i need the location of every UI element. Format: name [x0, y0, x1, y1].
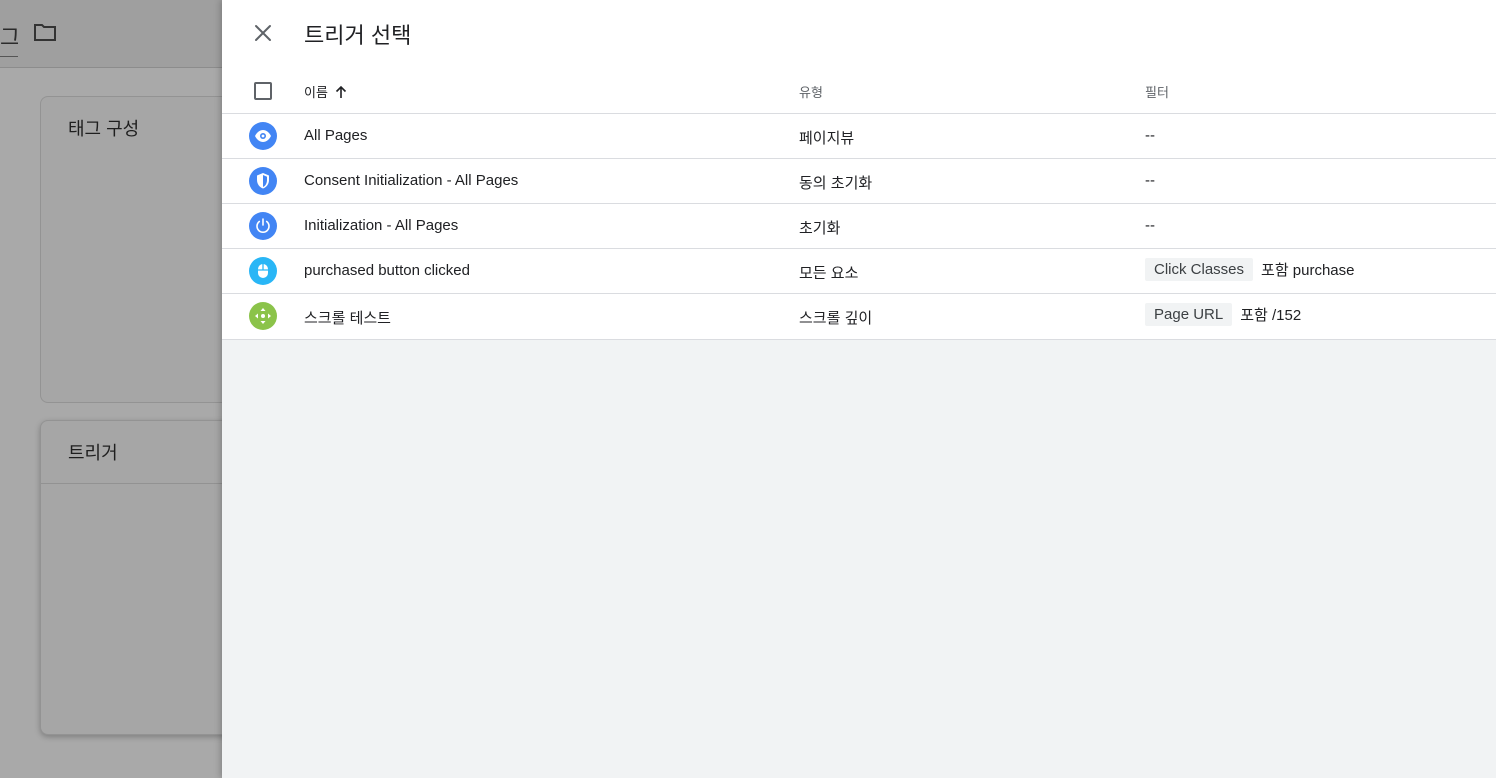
filter-text: 포함 /152: [1240, 307, 1302, 324]
trigger-row-all-pages[interactable]: All Pages 페이지뷰 --: [222, 114, 1496, 159]
trigger-card-title: 트리거: [68, 443, 118, 463]
trigger-type: 페이지뷰: [799, 130, 855, 147]
trigger-type: 모든 요소: [799, 265, 859, 282]
trigger-type-badge: [249, 167, 277, 195]
filter-text: --: [1145, 127, 1155, 144]
tag-configuration-title: 태그 구성: [68, 119, 140, 139]
trigger-filter: Click Classes 포함 purchase: [1145, 258, 1355, 281]
trigger-filter: --: [1145, 217, 1155, 234]
tag-configuration-card: 태그 구성: [40, 96, 240, 403]
trigger-filter: Page URL 포함 /152: [1145, 303, 1301, 326]
shield-icon: [257, 173, 269, 189]
trigger-name: All Pages: [304, 127, 368, 144]
background-breadcrumb: 그: [0, 20, 18, 57]
column-header-name[interactable]: 이름: [304, 82, 348, 101]
filter-text: --: [1145, 217, 1155, 234]
filter-variable-chip: Click Classes: [1145, 258, 1254, 281]
trigger-card: 트리거: [40, 420, 240, 735]
close-button[interactable]: [250, 20, 276, 46]
power-icon: [256, 218, 270, 233]
trigger-filter: --: [1145, 172, 1155, 189]
trigger-row-purchased-button-clicked[interactable]: purchased button clicked 모든 요소 Click Cla…: [222, 249, 1496, 294]
column-header-name-label: 이름: [304, 85, 328, 100]
folder-icon: [34, 24, 56, 41]
trigger-card-divider: [41, 483, 239, 484]
background-topbar: 그: [0, 0, 222, 68]
trigger-name: purchased button clicked: [304, 262, 470, 279]
drawer-header: 트리거 선택: [222, 0, 1496, 66]
close-icon: [255, 25, 271, 41]
trigger-type-badge: [249, 122, 277, 150]
trigger-type: 동의 초기화: [799, 175, 873, 192]
eye-icon: [255, 130, 271, 142]
mouse-icon: [258, 264, 268, 278]
trigger-name: Initialization - All Pages: [304, 217, 459, 234]
sort-ascending-icon: [335, 85, 346, 98]
filter-text: 포함 purchase: [1261, 262, 1355, 279]
trigger-row-initialization[interactable]: Initialization - All Pages 초기화 --: [222, 204, 1496, 249]
trigger-type-badge: [249, 257, 277, 285]
trigger-type-badge: [249, 302, 277, 330]
trigger-list-sheet: 트리거 선택 이름 유형 필터 All Pages 페이지뷰 -- Consen…: [222, 0, 1496, 340]
trigger-type-badge: [249, 212, 277, 240]
filter-text: --: [1145, 172, 1155, 189]
column-header-filter: 필터: [1145, 85, 1169, 100]
drawer-title: 트리거 선택: [304, 23, 412, 48]
trigger-type: 스크롤 깊이: [799, 310, 873, 327]
trigger-type: 초기화: [799, 220, 841, 237]
trigger-select-drawer: 트리거 선택 이름 유형 필터 All Pages 페이지뷰 -- Consen…: [222, 0, 1496, 778]
trigger-row-consent-initialization[interactable]: Consent Initialization - All Pages 동의 초기…: [222, 159, 1496, 204]
select-all-checkbox[interactable]: [254, 82, 272, 100]
trigger-name: Consent Initialization - All Pages: [304, 172, 519, 189]
trigger-name: 스크롤 테스트: [304, 310, 391, 327]
table-header: 이름 유형 필터: [222, 66, 1496, 114]
trigger-filter: --: [1145, 127, 1155, 144]
move-arrows-icon: [255, 308, 271, 324]
column-header-type: 유형: [799, 85, 823, 100]
filter-variable-chip: Page URL: [1145, 303, 1233, 326]
trigger-row-scroll-test[interactable]: 스크롤 테스트 스크롤 깊이 Page URL 포함 /152: [222, 294, 1496, 339]
